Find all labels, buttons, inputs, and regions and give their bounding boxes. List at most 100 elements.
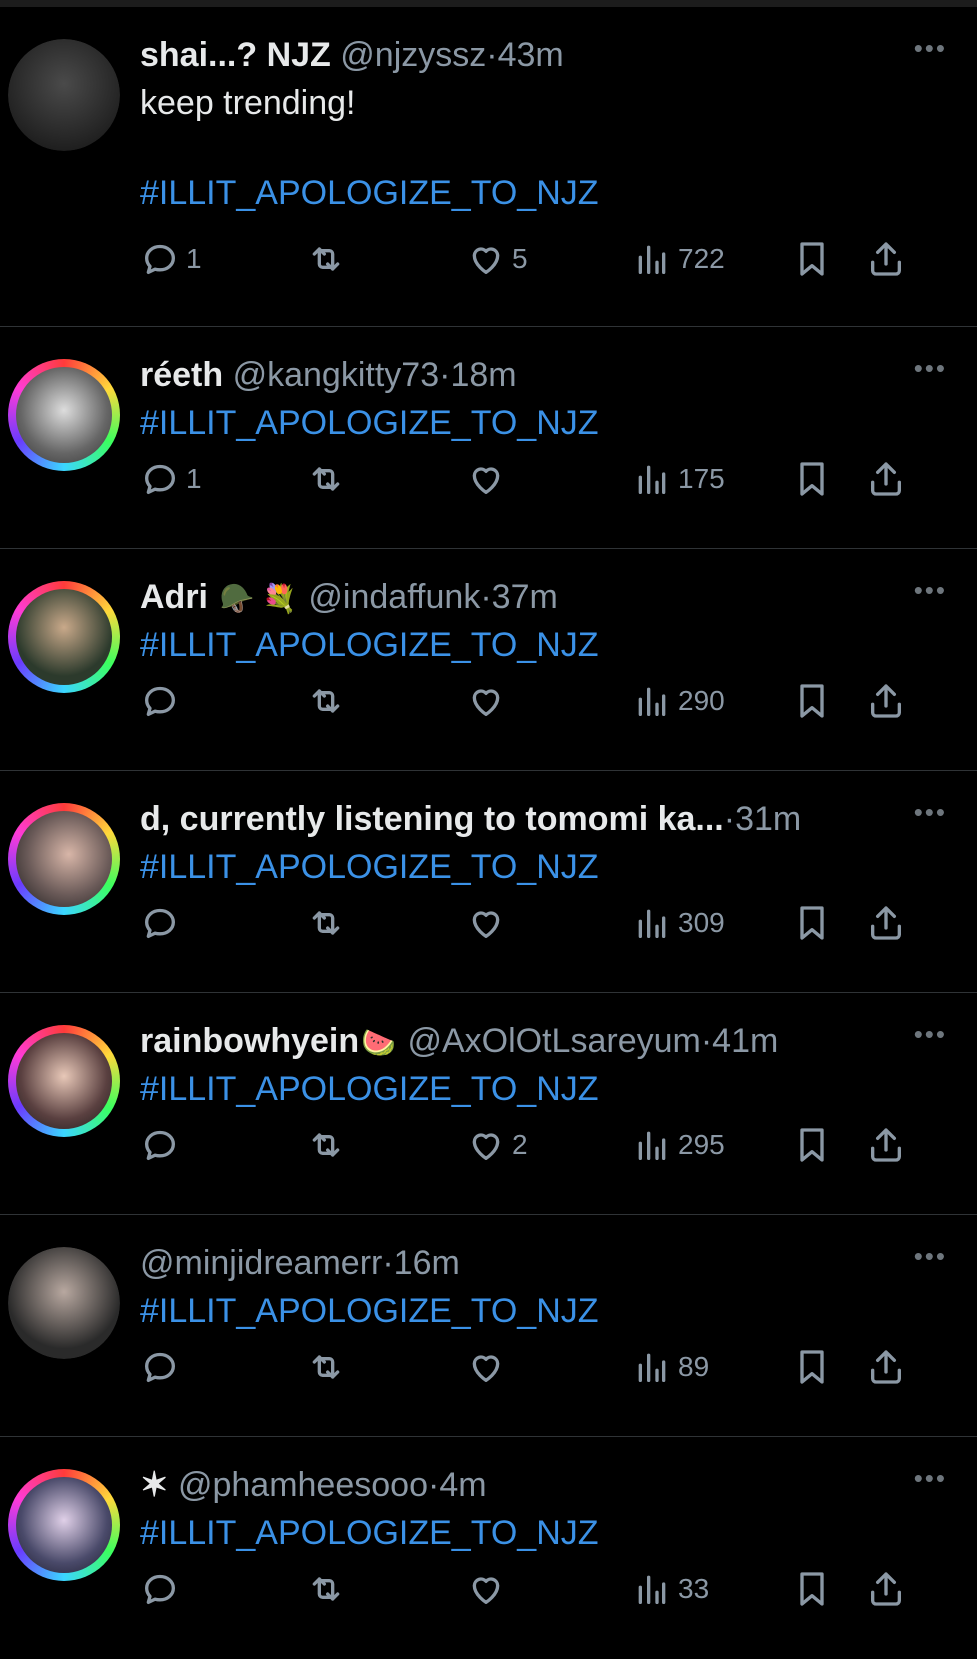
like-button[interactable] xyxy=(460,457,512,501)
more-options-icon[interactable]: ••• xyxy=(914,1019,947,1050)
avatar[interactable] xyxy=(8,1025,120,1137)
retweet-button[interactable] xyxy=(300,1345,346,1389)
bookmark-icon xyxy=(792,459,832,499)
display-name[interactable]: d, currently listening to tomomi ka... xyxy=(140,800,724,838)
display-name[interactable]: Adri xyxy=(140,578,208,616)
hashtag-link[interactable]: #ILLIT_APOLOGIZE_TO_NJZ xyxy=(140,401,599,445)
retweet-button[interactable] xyxy=(300,237,346,281)
hashtag-link[interactable]: #ILLIT_APOLOGIZE_TO_NJZ xyxy=(140,1067,599,1111)
user-handle[interactable]: @indaffunk xyxy=(308,578,480,616)
share-button[interactable] xyxy=(860,1123,906,1167)
timestamp[interactable]: 18m xyxy=(450,356,516,394)
more-options-icon[interactable]: ••• xyxy=(914,33,947,64)
timestamp[interactable]: 37m xyxy=(492,578,558,616)
user-handle[interactable]: @minjidreamerr xyxy=(140,1244,382,1282)
display-name[interactable]: shai...? NJZ xyxy=(140,36,331,74)
views-button[interactable]: 290 xyxy=(626,679,725,723)
bookmark-button[interactable] xyxy=(786,237,832,281)
bookmark-icon xyxy=(792,1347,832,1387)
views-button[interactable]: 309 xyxy=(626,901,725,945)
avatar[interactable] xyxy=(8,1247,120,1359)
reply-button[interactable] xyxy=(134,1567,186,1611)
avatar[interactable] xyxy=(8,359,120,471)
hashtag-link[interactable]: #ILLIT_APOLOGIZE_TO_NJZ xyxy=(140,845,599,889)
hashtag-link[interactable]: #ILLIT_APOLOGIZE_TO_NJZ xyxy=(140,171,599,215)
bookmark-button[interactable] xyxy=(786,901,832,945)
share-button[interactable] xyxy=(860,1345,906,1389)
like-button[interactable] xyxy=(460,1567,512,1611)
share-button[interactable] xyxy=(860,1567,906,1611)
avatar[interactable] xyxy=(8,803,120,915)
tweet-header: d, currently listening to tomomi ka...·3… xyxy=(140,800,802,838)
more-options-icon[interactable]: ••• xyxy=(914,797,947,828)
reply-button[interactable] xyxy=(134,679,186,723)
views-icon xyxy=(632,239,672,279)
views-button[interactable]: 175 xyxy=(626,457,725,501)
user-handle[interactable]: @njzyssz xyxy=(340,36,486,74)
reply-button[interactable]: 1 xyxy=(134,457,202,501)
avatar[interactable] xyxy=(8,581,120,693)
like-button[interactable]: 2 xyxy=(460,1123,528,1167)
retweet-button[interactable] xyxy=(300,1567,346,1611)
bookmark-button[interactable] xyxy=(786,679,832,723)
timestamp[interactable]: 41m xyxy=(712,1022,778,1060)
user-handle[interactable]: @phamheesooo xyxy=(178,1466,428,1504)
views-button[interactable]: 89 xyxy=(626,1345,709,1389)
bookmark-button[interactable] xyxy=(786,1567,832,1611)
display-name[interactable]: ✶ xyxy=(140,1466,169,1504)
reply-button[interactable] xyxy=(134,1123,186,1167)
avatar[interactable] xyxy=(8,1469,120,1581)
reply-icon xyxy=(140,459,180,499)
more-options-icon[interactable]: ••• xyxy=(914,575,947,606)
tweet[interactable]: shai...? NJZ @njzyssz·43m ••• keep trend… xyxy=(0,7,977,327)
views-button[interactable]: 722 xyxy=(626,237,725,281)
share-button[interactable] xyxy=(860,901,906,945)
retweet-button[interactable] xyxy=(300,679,346,723)
share-button[interactable] xyxy=(860,679,906,723)
bookmark-button[interactable] xyxy=(786,457,832,501)
more-options-icon[interactable]: ••• xyxy=(914,1241,947,1272)
tweet-header: rainbowhyein🍉 @AxOlOtLsareyum·41m xyxy=(140,1019,778,1065)
bookmark-button[interactable] xyxy=(786,1345,832,1389)
user-handle[interactable]: @kangkitty73 xyxy=(233,356,440,394)
like-button[interactable] xyxy=(460,901,512,945)
bookmark-button[interactable] xyxy=(786,1123,832,1167)
hashtag-link[interactable]: #ILLIT_APOLOGIZE_TO_NJZ xyxy=(140,1511,599,1555)
retweet-button[interactable] xyxy=(300,1123,346,1167)
tweet[interactable]: rainbowhyein🍉 @AxOlOtLsareyum·41m ••• #I… xyxy=(0,993,977,1215)
share-button[interactable] xyxy=(860,237,906,281)
views-button[interactable]: 33 xyxy=(626,1567,709,1611)
heart-icon xyxy=(466,1569,506,1609)
retweet-button[interactable] xyxy=(300,457,346,501)
tweet[interactable]: @minjidreamerr·16m ••• #ILLIT_APOLOGIZE_… xyxy=(0,1215,977,1437)
more-options-icon[interactable]: ••• xyxy=(914,1463,947,1494)
display-name[interactable]: rainbowhyein xyxy=(140,1022,359,1060)
avatar[interactable] xyxy=(8,39,120,151)
tweet[interactable]: Adri 🪖 💐 @indaffunk·37m ••• #ILLIT_APOLO… xyxy=(0,549,977,771)
like-button[interactable] xyxy=(460,1345,512,1389)
timestamp[interactable]: 16m xyxy=(394,1244,460,1282)
reply-button[interactable]: 1 xyxy=(134,237,202,281)
like-button[interactable]: 5 xyxy=(460,237,528,281)
like-button[interactable] xyxy=(460,679,512,723)
tweet[interactable]: d, currently listening to tomomi ka...·3… xyxy=(0,771,977,993)
share-button[interactable] xyxy=(860,457,906,501)
timestamp[interactable]: 31m xyxy=(735,800,801,838)
views-button[interactable]: 295 xyxy=(626,1123,725,1167)
tweet[interactable]: réeth @kangkitty73·18m ••• #ILLIT_APOLOG… xyxy=(0,327,977,549)
retweet-button[interactable] xyxy=(300,901,346,945)
view-count: 295 xyxy=(678,1129,725,1160)
tweet-actions: 309 xyxy=(140,901,957,945)
hashtag-link[interactable]: #ILLIT_APOLOGIZE_TO_NJZ xyxy=(140,623,599,667)
display-name[interactable]: réeth xyxy=(140,356,223,394)
hashtag-link[interactable]: #ILLIT_APOLOGIZE_TO_NJZ xyxy=(140,1289,599,1333)
share-icon xyxy=(866,1569,906,1609)
timestamp[interactable]: 43m xyxy=(498,36,564,74)
more-options-icon[interactable]: ••• xyxy=(914,353,947,384)
user-handle[interactable]: @AxOlOtLsareyum xyxy=(407,1022,700,1060)
reply-button[interactable] xyxy=(134,901,186,945)
timestamp[interactable]: 4m xyxy=(439,1466,486,1504)
tweet-actions: 89 xyxy=(140,1345,957,1389)
reply-button[interactable] xyxy=(134,1345,186,1389)
tweet[interactable]: ✶ @phamheesooo·4m ••• #ILLIT_APOLOGIZE_T… xyxy=(0,1437,977,1659)
